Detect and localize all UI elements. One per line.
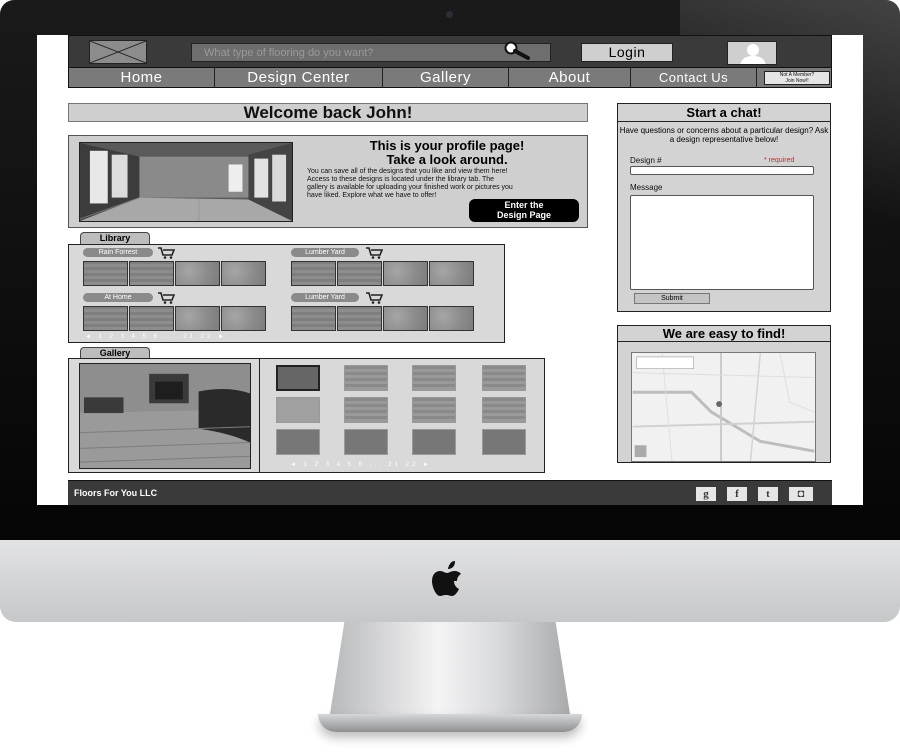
profile-title: This is your profile page! Take a look a…: [309, 139, 585, 167]
swatch[interactable]: [291, 261, 336, 286]
required-note: * required: [764, 157, 795, 164]
welcome-heading: Welcome back John!: [68, 103, 588, 122]
google-plus-icon[interactable]: g: [696, 487, 716, 501]
cart-icon[interactable]: [157, 247, 175, 259]
cart-icon[interactable]: [365, 247, 383, 259]
profile-panel: This is your profile page! Take a look a…: [68, 135, 588, 228]
avatar[interactable]: [727, 41, 777, 65]
enter-design-page-button[interactable]: Enter the Design Page: [469, 199, 579, 222]
design-number-label: Design #: [630, 156, 662, 165]
apple-logo-icon: [432, 561, 461, 596]
gallery-thumb[interactable]: [344, 365, 388, 391]
collection-label[interactable]: Lumber Yard: [291, 248, 359, 257]
swatch[interactable]: [429, 261, 474, 286]
gallery-thumb[interactable]: [412, 365, 456, 391]
login-button[interactable]: Login: [581, 43, 673, 62]
nav-gallery[interactable]: Gallery: [383, 68, 509, 88]
nav-design-center[interactable]: Design Center: [215, 68, 383, 88]
nav-about[interactable]: About: [509, 68, 631, 88]
search-input[interactable]: What type of flooring do you want?: [191, 43, 551, 62]
chat-panel: Start a chat! Have questions or concerns…: [617, 103, 831, 312]
gallery-thumb[interactable]: [412, 429, 456, 455]
top-bar: What type of flooring do you want? Login: [68, 35, 832, 68]
gallery-thumb[interactable]: [276, 397, 320, 423]
library-pager[interactable]: ◄ 1 2 3 4 5 6 ... 21 22 ►: [85, 334, 227, 340]
swatch[interactable]: [83, 261, 128, 286]
logo-placeholder[interactable]: [89, 40, 147, 64]
gallery-thumb[interactable]: [482, 365, 526, 391]
collection-label[interactable]: At Home: [83, 293, 153, 302]
swatch[interactable]: [337, 261, 382, 286]
nav-home[interactable]: Home: [69, 68, 215, 88]
footer-company-name: Floors For You LLC: [74, 488, 158, 498]
enter-button-line1: Enter the: [504, 200, 544, 210]
profile-title-line1: This is your profile page!: [369, 138, 525, 153]
monitor-stand-base: [318, 714, 582, 732]
swatch[interactable]: [429, 306, 474, 331]
swatch[interactable]: [83, 306, 128, 331]
twitter-icon[interactable]: t: [758, 487, 778, 501]
gallery-thumb[interactable]: [276, 429, 320, 455]
enter-button-line2: Design Page: [496, 210, 552, 220]
message-textarea[interactable]: [630, 195, 814, 290]
location-map[interactable]: [631, 352, 816, 462]
swatch[interactable]: [175, 306, 220, 331]
join-now-button[interactable]: Not A Member? Join Now!!: [764, 71, 830, 85]
swatch[interactable]: [221, 306, 266, 331]
user-icon: [740, 44, 766, 64]
camera-icon: [446, 11, 453, 18]
chat-description: Have questions or concerns about a parti…: [619, 126, 829, 144]
swatch-row: [291, 261, 474, 286]
swatch[interactable]: [383, 261, 428, 286]
swatch[interactable]: [383, 306, 428, 331]
instagram-icon[interactable]: ◘: [789, 487, 813, 501]
message-label: Message: [630, 183, 663, 192]
cart-icon[interactable]: [157, 292, 175, 304]
screen: What type of flooring do you want? Login: [37, 35, 863, 505]
gallery-thumb[interactable]: [412, 397, 456, 423]
swatch-row: [83, 261, 266, 286]
image-placeholder-icon: [89, 40, 147, 64]
collection-label[interactable]: Rain Forrest: [83, 248, 153, 257]
facebook-icon[interactable]: f: [727, 487, 747, 501]
swatch[interactable]: [221, 261, 266, 286]
swatch-row: [291, 306, 474, 331]
gallery-panel: ◄ 1 2 3 4 5 6 ... 21 22 ►: [68, 358, 545, 473]
swatch[interactable]: [337, 306, 382, 331]
gallery-featured-photo[interactable]: [79, 363, 251, 469]
chat-title: Start a chat!: [618, 104, 830, 122]
join-now-line2: Join Now!!: [785, 78, 809, 84]
swatch[interactable]: [291, 306, 336, 331]
gallery-thumbnails: ◄ 1 2 3 4 5 6 ... 21 22 ►: [259, 359, 545, 473]
gallery-thumb[interactable]: [276, 365, 320, 391]
map-panel: We are easy to find!: [617, 325, 831, 463]
nav-contact-us[interactable]: Contact Us: [631, 68, 757, 88]
monitor-mockup: What type of flooring do you want? Login: [0, 0, 900, 753]
gallery-pager[interactable]: ◄ 1 2 3 4 5 6 ... 21 22 ►: [290, 462, 432, 468]
search-icon[interactable]: [502, 40, 532, 60]
swatch[interactable]: [129, 261, 174, 286]
map-title: We are easy to find!: [618, 326, 830, 342]
cart-icon[interactable]: [365, 292, 383, 304]
submit-button[interactable]: Submit: [634, 293, 710, 304]
tab-library[interactable]: Library: [80, 232, 150, 244]
room-photo: [79, 142, 293, 222]
collection-label[interactable]: Lumber Yard: [291, 293, 359, 302]
gallery-thumb[interactable]: [482, 429, 526, 455]
gallery-thumb[interactable]: [482, 397, 526, 423]
main-nav: Home Design Center Gallery About Contact…: [68, 68, 832, 88]
swatch-row: [83, 306, 266, 331]
swatch[interactable]: [129, 306, 174, 331]
swatch[interactable]: [175, 261, 220, 286]
gallery-thumb[interactable]: [344, 429, 388, 455]
footer: Floors For You LLC g f t ◘: [68, 480, 832, 505]
profile-description: You can save all of the designs that you…: [307, 168, 513, 199]
gallery-thumb[interactable]: [344, 397, 388, 423]
monitor-stand: [330, 622, 570, 714]
website: What type of flooring do you want? Login: [68, 35, 832, 505]
library-panel: Rain Forrest Lumber Yard At Home Lumber …: [68, 244, 505, 343]
design-number-input[interactable]: [630, 166, 814, 175]
profile-title-line2: Take a look around.: [386, 152, 508, 167]
